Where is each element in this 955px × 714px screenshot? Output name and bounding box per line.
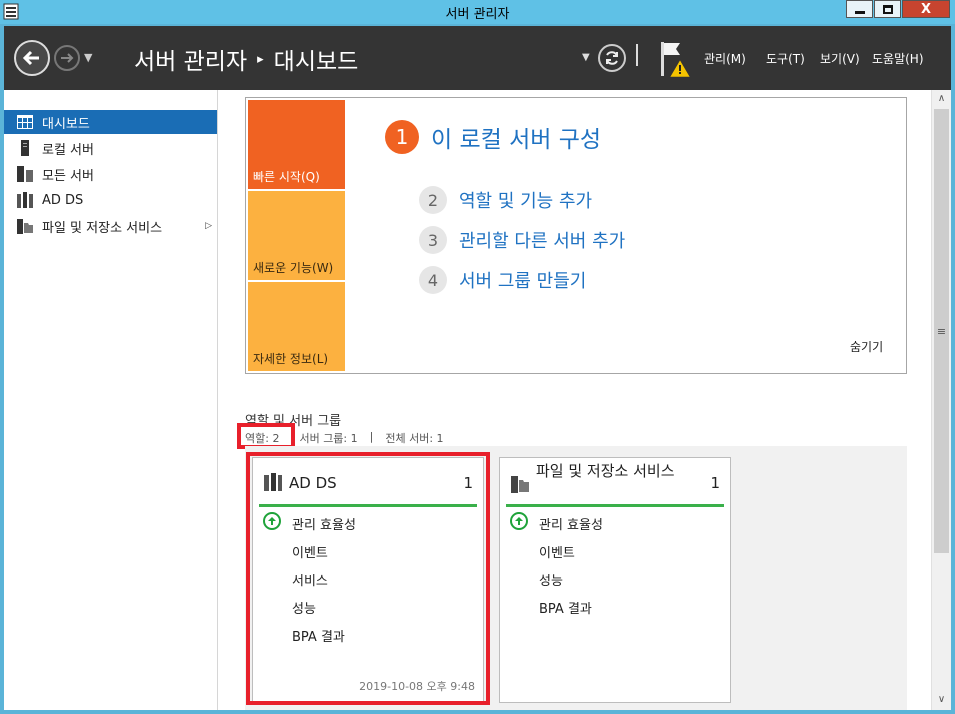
scroll-up-button[interactable]: ∧ [932, 90, 951, 107]
back-button[interactable] [14, 40, 50, 76]
total-servers-count: 전체 서버: 1 [385, 432, 444, 445]
sidebar-item-all-servers[interactable]: 모든 서버 [4, 162, 217, 186]
step-number-badge: 3 [419, 226, 447, 254]
file-storage-icon [511, 476, 529, 493]
card-count: 1 [710, 474, 720, 492]
file-storage-icon [17, 218, 33, 234]
breadcrumb-root[interactable]: 서버 관리자 [134, 42, 247, 76]
scroll-thumb[interactable]: ≡ [934, 109, 949, 553]
step-create-server-group[interactable]: 4 서버 그룹 만들기 [419, 266, 586, 294]
vertical-scrollbar[interactable]: ∧ ≡ ∨ [931, 90, 951, 710]
card-row-performance[interactable]: 성능 [539, 570, 563, 589]
menu-tools[interactable]: 도구(T) [766, 50, 805, 67]
card-row-bpa-results[interactable]: BPA 결과 [539, 598, 592, 617]
history-dropdown[interactable]: ▼ [84, 51, 92, 64]
sidebar-item-label: 대시보드 [42, 116, 90, 132]
minimize-icon [854, 10, 865, 14]
server-groups-count: 서버 그룹: 1 [299, 432, 358, 445]
sidebar-item-label: AD DS [42, 192, 84, 208]
app-header: ▼ 서버 관리자 ▸ 대시보드 ▼ 관리(M) 도구(T) 보기(V) 도움말(… [4, 26, 951, 90]
sidebar-item-local-server[interactable]: 로컬 서버 [4, 136, 217, 160]
step-number-badge: 4 [419, 266, 447, 294]
step-add-roles[interactable]: 2 역할 및 기능 추가 [419, 186, 592, 214]
sidebar-item-file-storage[interactable]: 파일 및 저장소 서비스 ▷ [4, 214, 217, 238]
sidebar: 대시보드 로컬 서버 모든 서버 AD DS 파일 및 저장소 서비스 ▷ [4, 90, 218, 710]
sidebar-item-label: 로컬 서버 [42, 142, 94, 158]
dashboard-main: 빠른 시작(Q) 새로운 기능(W) 자세한 정보(L) 1 이 로컬 서버 구… [219, 90, 931, 710]
role-card-file-storage[interactable]: 파일 및 저장소 서비스 1 관리 효율성 이벤트 성능 BPA 결과 [499, 457, 731, 703]
menu-view[interactable]: 보기(V) [820, 50, 860, 67]
scroll-down-button[interactable]: ∨ [932, 691, 951, 708]
sidebar-item-label: 모든 서버 [42, 168, 94, 184]
breadcrumb-current: 대시보드 [273, 49, 359, 75]
close-icon: X [920, 1, 932, 17]
step-label: 관리할 다른 서버 추가 [459, 231, 626, 252]
notifications-flag-icon[interactable] [658, 40, 692, 78]
refresh-icon [606, 51, 618, 65]
card-status-line [506, 504, 724, 507]
header-divider [636, 44, 638, 66]
ad-ds-icon [17, 192, 33, 208]
minimize-button[interactable] [846, 0, 873, 18]
expand-arrow-icon[interactable]: ▷ [205, 221, 212, 231]
step-add-servers[interactable]: 3 관리할 다른 서버 추가 [419, 226, 625, 254]
refresh-dropdown[interactable]: ▼ [582, 52, 590, 63]
tile-learn-more[interactable]: 자세한 정보(L) [248, 282, 345, 371]
window-title: 서버 관리자 [445, 7, 510, 22]
step-number-badge: 1 [385, 120, 419, 154]
card-row-manageability[interactable]: 관리 효율성 [539, 514, 603, 533]
breadcrumb-separator: ▸ [257, 51, 264, 67]
arrow-left-icon [22, 50, 39, 66]
menu-manage[interactable]: 관리(M) [704, 50, 746, 67]
sidebar-item-dashboard[interactable]: 대시보드 [4, 110, 217, 134]
card-row-events[interactable]: 이벤트 [539, 542, 575, 561]
tile-quick-start[interactable]: 빠른 시작(Q) [248, 100, 345, 189]
step-label: 이 로컬 서버 구성 [431, 127, 602, 153]
step-configure-local-server[interactable]: 1 이 로컬 서버 구성 [385, 120, 601, 154]
close-button[interactable]: X [902, 0, 950, 18]
sidebar-item-label: 파일 및 저장소 서비스 [42, 220, 163, 236]
step-label: 서버 그룹 만들기 [459, 271, 587, 292]
status-ok-icon [510, 512, 528, 530]
sidebar-item-ad-ds[interactable]: AD DS [4, 188, 217, 212]
breadcrumb: 서버 관리자 ▸ 대시보드 [134, 42, 358, 76]
tile-whats-new[interactable]: 새로운 기능(W) [248, 191, 345, 280]
arrow-right-icon [61, 53, 74, 63]
maximize-button[interactable] [874, 0, 901, 18]
all-servers-icon [17, 166, 33, 182]
forward-button[interactable] [54, 45, 80, 71]
ad-ds-card-highlight [246, 452, 490, 705]
menu-help[interactable]: 도움말(H) [872, 50, 924, 67]
card-title: 파일 및 저장소 서비스 [536, 462, 675, 480]
dashboard-icon [17, 114, 33, 130]
title-bar: 서버 관리자 X [0, 0, 955, 24]
maximize-icon [882, 4, 893, 14]
hide-link[interactable]: 숨기기 [850, 338, 883, 355]
local-server-icon [17, 140, 33, 156]
step-label: 역할 및 기능 추가 [459, 191, 593, 212]
refresh-button[interactable] [598, 44, 626, 72]
content-area: 대시보드 로컬 서버 모든 서버 AD DS 파일 및 저장소 서비스 ▷ 빠른… [4, 90, 951, 710]
step-number-badge: 2 [419, 186, 447, 214]
welcome-tile: 빠른 시작(Q) 새로운 기능(W) 자세한 정보(L) 1 이 로컬 서버 구… [245, 97, 907, 374]
